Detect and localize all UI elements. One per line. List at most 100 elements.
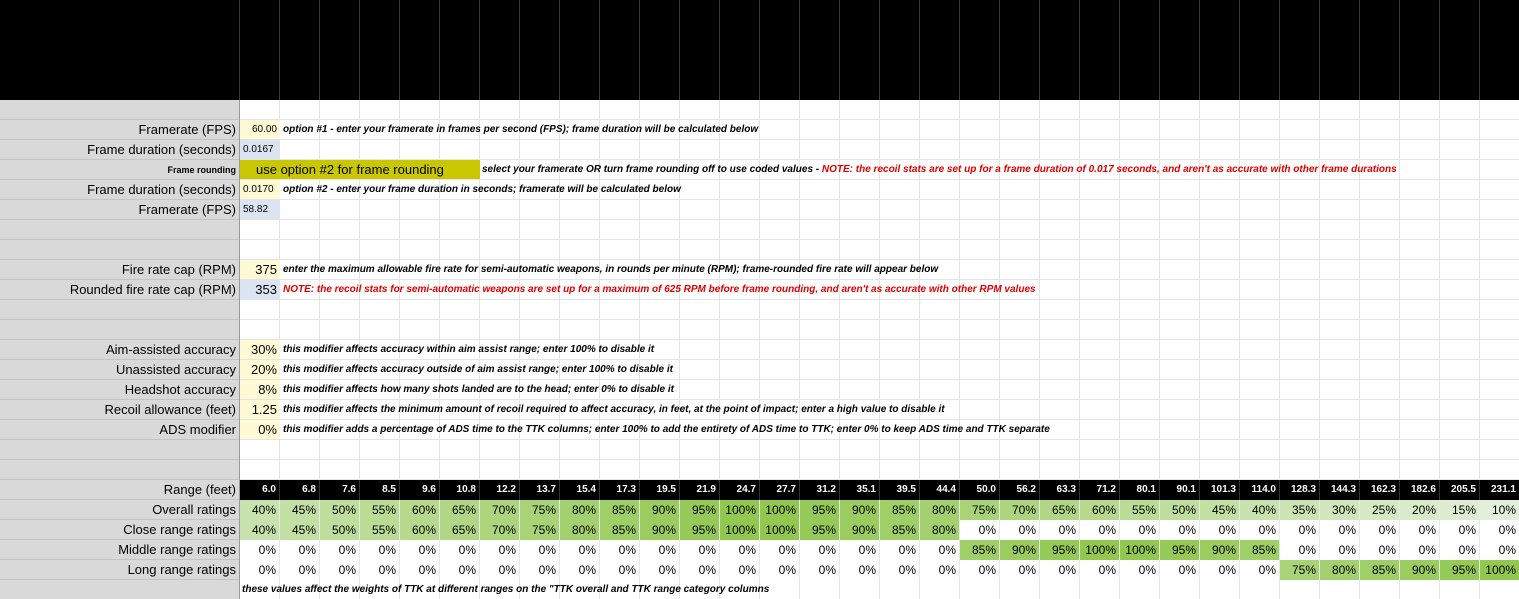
rating-cell[interactable]: 0%	[640, 560, 680, 580]
rating-cell[interactable]: 0%	[1480, 520, 1519, 540]
rating-cell[interactable]: 25%	[1360, 500, 1400, 520]
rating-cell[interactable]: 30%	[1320, 500, 1360, 520]
rating-cell[interactable]: 60%	[1080, 500, 1120, 520]
rating-cell[interactable]: 90%	[1200, 540, 1240, 560]
rating-cell[interactable]: 0%	[480, 560, 520, 580]
rating-cell[interactable]: 100%	[720, 500, 760, 520]
rating-cell[interactable]: 0%	[880, 560, 920, 580]
rating-cell[interactable]: 100%	[1120, 540, 1160, 560]
rating-cell[interactable]: 65%	[440, 520, 480, 540]
rating-cell[interactable]: 70%	[480, 500, 520, 520]
rating-cell[interactable]: 90%	[840, 500, 880, 520]
rating-cell[interactable]: 85%	[960, 540, 1000, 560]
rating-cell[interactable]: 100%	[760, 500, 800, 520]
rating-cell[interactable]: 55%	[1120, 500, 1160, 520]
rating-cell[interactable]: 0%	[680, 560, 720, 580]
rating-cell[interactable]: 0%	[640, 540, 680, 560]
rating-cell[interactable]: 15%	[1440, 500, 1480, 520]
rating-cell[interactable]: 0%	[1400, 540, 1440, 560]
rating-cell[interactable]: 0%	[840, 560, 880, 580]
rating-cell[interactable]: 85%	[880, 500, 920, 520]
rating-cell[interactable]: 20%	[1400, 500, 1440, 520]
rating-cell[interactable]: 0%	[560, 540, 600, 560]
rating-cell[interactable]: 85%	[1360, 560, 1400, 580]
rating-cell[interactable]: 90%	[640, 500, 680, 520]
rating-cell[interactable]: 0%	[920, 560, 960, 580]
rating-cell[interactable]: 0%	[1040, 520, 1080, 540]
headshot-input[interactable]: 8%	[240, 380, 280, 399]
rating-cell[interactable]: 0%	[1360, 520, 1400, 540]
rating-cell[interactable]: 0%	[1040, 560, 1080, 580]
frame-rounding-dropdown[interactable]: use option #2 for frame rounding	[240, 160, 480, 179]
ads-input[interactable]: 0%	[240, 420, 280, 439]
rating-cell[interactable]: 0%	[280, 560, 320, 580]
rating-cell[interactable]: 50%	[1160, 500, 1200, 520]
rating-cell[interactable]: 75%	[1280, 560, 1320, 580]
rating-cell[interactable]: 0%	[1440, 540, 1480, 560]
rating-cell[interactable]: 0%	[1480, 540, 1519, 560]
rating-cell[interactable]: 45%	[280, 500, 320, 520]
rating-cell[interactable]: 50%	[320, 520, 360, 540]
rating-cell[interactable]: 0%	[720, 540, 760, 560]
rating-cell[interactable]: 0%	[800, 540, 840, 560]
frame-duration2-input[interactable]: 0.0170	[240, 180, 280, 199]
rating-cell[interactable]: 95%	[1040, 540, 1080, 560]
rating-cell[interactable]: 0%	[240, 540, 280, 560]
rating-cell[interactable]: 0%	[440, 560, 480, 580]
rating-cell[interactable]: 95%	[800, 520, 840, 540]
rating-cell[interactable]: 80%	[920, 520, 960, 540]
unassisted-input[interactable]: 20%	[240, 360, 280, 379]
rating-cell[interactable]: 0%	[960, 520, 1000, 540]
rating-cell[interactable]: 0%	[1320, 520, 1360, 540]
recoil-input[interactable]: 1.25	[240, 400, 280, 419]
rating-cell[interactable]: 0%	[440, 540, 480, 560]
rating-cell[interactable]: 85%	[880, 520, 920, 540]
rating-cell[interactable]: 90%	[1400, 560, 1440, 580]
rounded-cap-value[interactable]: 353	[240, 280, 280, 299]
rating-cell[interactable]: 90%	[840, 520, 880, 540]
framerate-input[interactable]: 60.00	[240, 120, 280, 139]
rating-cell[interactable]: 0%	[1280, 520, 1320, 540]
rating-cell[interactable]: 80%	[560, 520, 600, 540]
rating-cell[interactable]: 0%	[760, 560, 800, 580]
rating-cell[interactable]: 75%	[960, 500, 1000, 520]
rating-cell[interactable]: 0%	[400, 560, 440, 580]
rating-cell[interactable]: 0%	[720, 560, 760, 580]
rating-cell[interactable]: 10%	[1480, 500, 1519, 520]
rating-cell[interactable]: 0%	[400, 540, 440, 560]
rating-cell[interactable]: 95%	[680, 500, 720, 520]
rating-cell[interactable]: 0%	[360, 560, 400, 580]
rating-cell[interactable]: 40%	[240, 500, 280, 520]
rating-cell[interactable]: 70%	[1000, 500, 1040, 520]
rating-cell[interactable]: 0%	[320, 560, 360, 580]
rating-cell[interactable]: 75%	[520, 500, 560, 520]
fire-rate-cap-input[interactable]: 375	[240, 260, 280, 279]
rating-cell[interactable]: 100%	[1080, 540, 1120, 560]
rating-cell[interactable]: 0%	[600, 540, 640, 560]
rating-cell[interactable]: 0%	[320, 540, 360, 560]
rating-cell[interactable]: 95%	[1440, 560, 1480, 580]
rating-cell[interactable]: 40%	[1240, 500, 1280, 520]
rating-cell[interactable]: 0%	[760, 540, 800, 560]
rating-cell[interactable]: 95%	[1160, 540, 1200, 560]
rating-cell[interactable]: 85%	[1240, 540, 1280, 560]
rating-cell[interactable]: 50%	[320, 500, 360, 520]
aim-assisted-input[interactable]: 30%	[240, 340, 280, 359]
rating-cell[interactable]: 0%	[960, 560, 1000, 580]
rating-cell[interactable]: 0%	[920, 540, 960, 560]
rating-cell[interactable]: 0%	[1080, 520, 1120, 540]
rating-cell[interactable]: 60%	[400, 520, 440, 540]
rating-cell[interactable]: 85%	[600, 520, 640, 540]
rating-cell[interactable]: 100%	[1480, 560, 1519, 580]
rating-cell[interactable]: 0%	[1240, 520, 1280, 540]
rating-cell[interactable]: 0%	[840, 540, 880, 560]
rating-cell[interactable]: 0%	[680, 540, 720, 560]
rating-cell[interactable]: 45%	[1200, 500, 1240, 520]
rating-cell[interactable]: 0%	[1440, 520, 1480, 540]
rating-cell[interactable]: 95%	[800, 500, 840, 520]
rating-cell[interactable]: 85%	[600, 500, 640, 520]
rating-cell[interactable]: 0%	[1400, 520, 1440, 540]
rating-cell[interactable]: 0%	[1000, 560, 1040, 580]
rating-cell[interactable]: 0%	[1120, 560, 1160, 580]
rating-cell[interactable]: 0%	[600, 560, 640, 580]
